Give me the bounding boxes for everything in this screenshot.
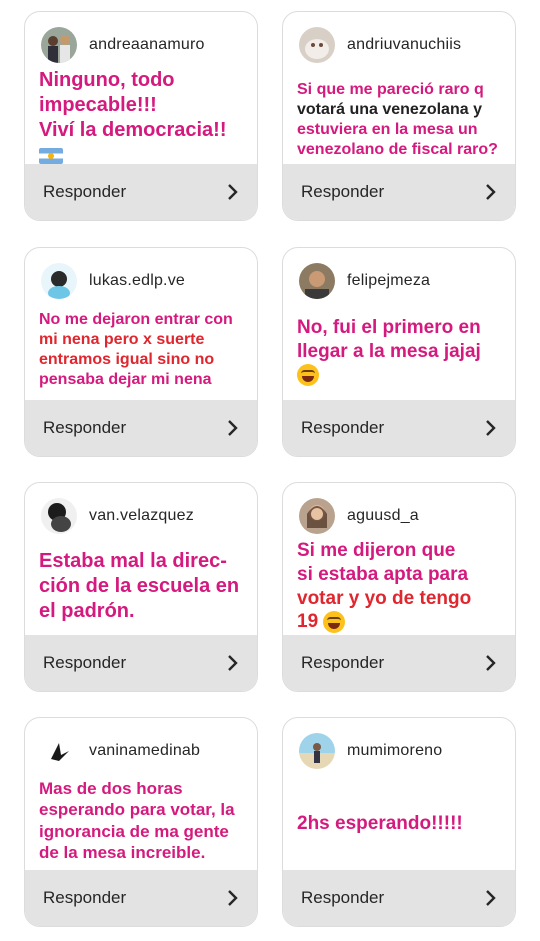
reply-button[interactable]: Responder <box>283 870 515 926</box>
reply-button[interactable]: Responder <box>25 164 257 220</box>
comment-card: mumimoreno 2hs esperando!!!!! Responder <box>282 717 516 927</box>
chevron-right-icon <box>228 420 238 436</box>
username[interactable]: felipejmeza <box>347 272 430 290</box>
comment-text: Si me dijeron que si estaba apta para vo… <box>297 540 472 634</box>
comment-card: van.velazquez Estaba mal la direc- ción … <box>24 482 258 692</box>
reply-label: Responder <box>43 888 127 907</box>
comment-text: Ninguno, todo impecable!!! Viví la democ… <box>39 68 247 168</box>
chevron-right-icon <box>228 184 238 200</box>
group-photo-avatar[interactable] <box>41 27 77 63</box>
card-header: lukas.edlp.ve <box>41 262 247 300</box>
comment-text: No, fui el primero en llegar a la mesa j… <box>297 316 505 387</box>
card-header: mumimoreno <box>299 732 505 770</box>
reply-button[interactable]: Responder <box>25 870 257 926</box>
comment-text: Si que me pareció raro q votará una vene… <box>297 81 498 158</box>
argentina-flag-emoji <box>39 147 63 164</box>
card-header: van.velazquez <box>41 497 247 535</box>
comment-card: felipejmeza No, fui el primero en llegar… <box>282 247 516 457</box>
username[interactable]: lukas.edlp.ve <box>89 272 185 290</box>
comment-card: andreaanamuro Ninguno, todo impecable!!!… <box>24 11 258 221</box>
username[interactable]: aguusd_a <box>347 507 419 525</box>
bw-photo-avatar[interactable] <box>41 498 77 534</box>
chevron-right-icon <box>486 184 496 200</box>
reply-label: Responder <box>43 182 127 201</box>
woman-photo-avatar[interactable] <box>299 498 335 534</box>
grinning-emoji <box>323 611 346 634</box>
beach-photo-avatar[interactable] <box>299 733 335 769</box>
comment-card: aguusd_a Si me dijeron que si estaba apt… <box>282 482 516 692</box>
man-photo-avatar[interactable] <box>299 263 335 299</box>
username[interactable]: andreaanamuro <box>89 36 205 54</box>
username[interactable]: mumimoreno <box>347 742 442 760</box>
reply-button[interactable]: Responder <box>283 400 515 456</box>
chevron-right-icon <box>228 890 238 906</box>
card-header: andriuvanuchiis <box>299 26 505 64</box>
chevron-right-icon <box>486 655 496 671</box>
username[interactable]: vaninamedinab <box>89 742 200 760</box>
reply-button[interactable]: Responder <box>25 400 257 456</box>
grinning-emoji <box>297 364 319 387</box>
chevron-right-icon <box>486 890 496 906</box>
reply-label: Responder <box>301 653 385 672</box>
comment-card: lukas.edlp.ve No me dejaron entrar con m… <box>24 247 258 457</box>
card-header: andreaanamuro <box>41 26 247 64</box>
reply-label: Responder <box>301 182 385 201</box>
chevron-right-icon <box>228 655 238 671</box>
comment-text: 2hs esperando!!!!! <box>297 813 463 834</box>
card-header: aguusd_a <box>299 497 505 535</box>
comment-text: Estaba mal la direc- ción de la escuela … <box>39 550 240 622</box>
comment-card: vaninamedinab Mas de dos horas esperando… <box>24 717 258 927</box>
reply-label: Responder <box>43 418 127 437</box>
illustration-avatar[interactable] <box>41 263 77 299</box>
username[interactable]: andriuvanuchiis <box>347 36 461 54</box>
cat-photo-avatar[interactable] <box>299 27 335 63</box>
username[interactable]: van.velazquez <box>89 507 194 525</box>
reply-label: Responder <box>301 888 385 907</box>
comment-text: Mas de dos horas esperando para votar, l… <box>39 779 235 862</box>
reply-button[interactable]: Responder <box>283 635 515 691</box>
comment-text: No me dejaron entrar con mi nena pero x … <box>39 311 233 388</box>
reply-button[interactable]: Responder <box>25 635 257 691</box>
reply-label: Responder <box>301 418 385 437</box>
reply-button[interactable]: Responder <box>283 164 515 220</box>
comment-card: andriuvanuchiis Si que me pareció raro q… <box>282 11 516 221</box>
card-header: vaninamedinab <box>41 732 247 770</box>
card-header: felipejmeza <box>299 262 505 300</box>
logo-avatar[interactable] <box>41 733 77 769</box>
chevron-right-icon <box>486 420 496 436</box>
reply-label: Responder <box>43 653 127 672</box>
